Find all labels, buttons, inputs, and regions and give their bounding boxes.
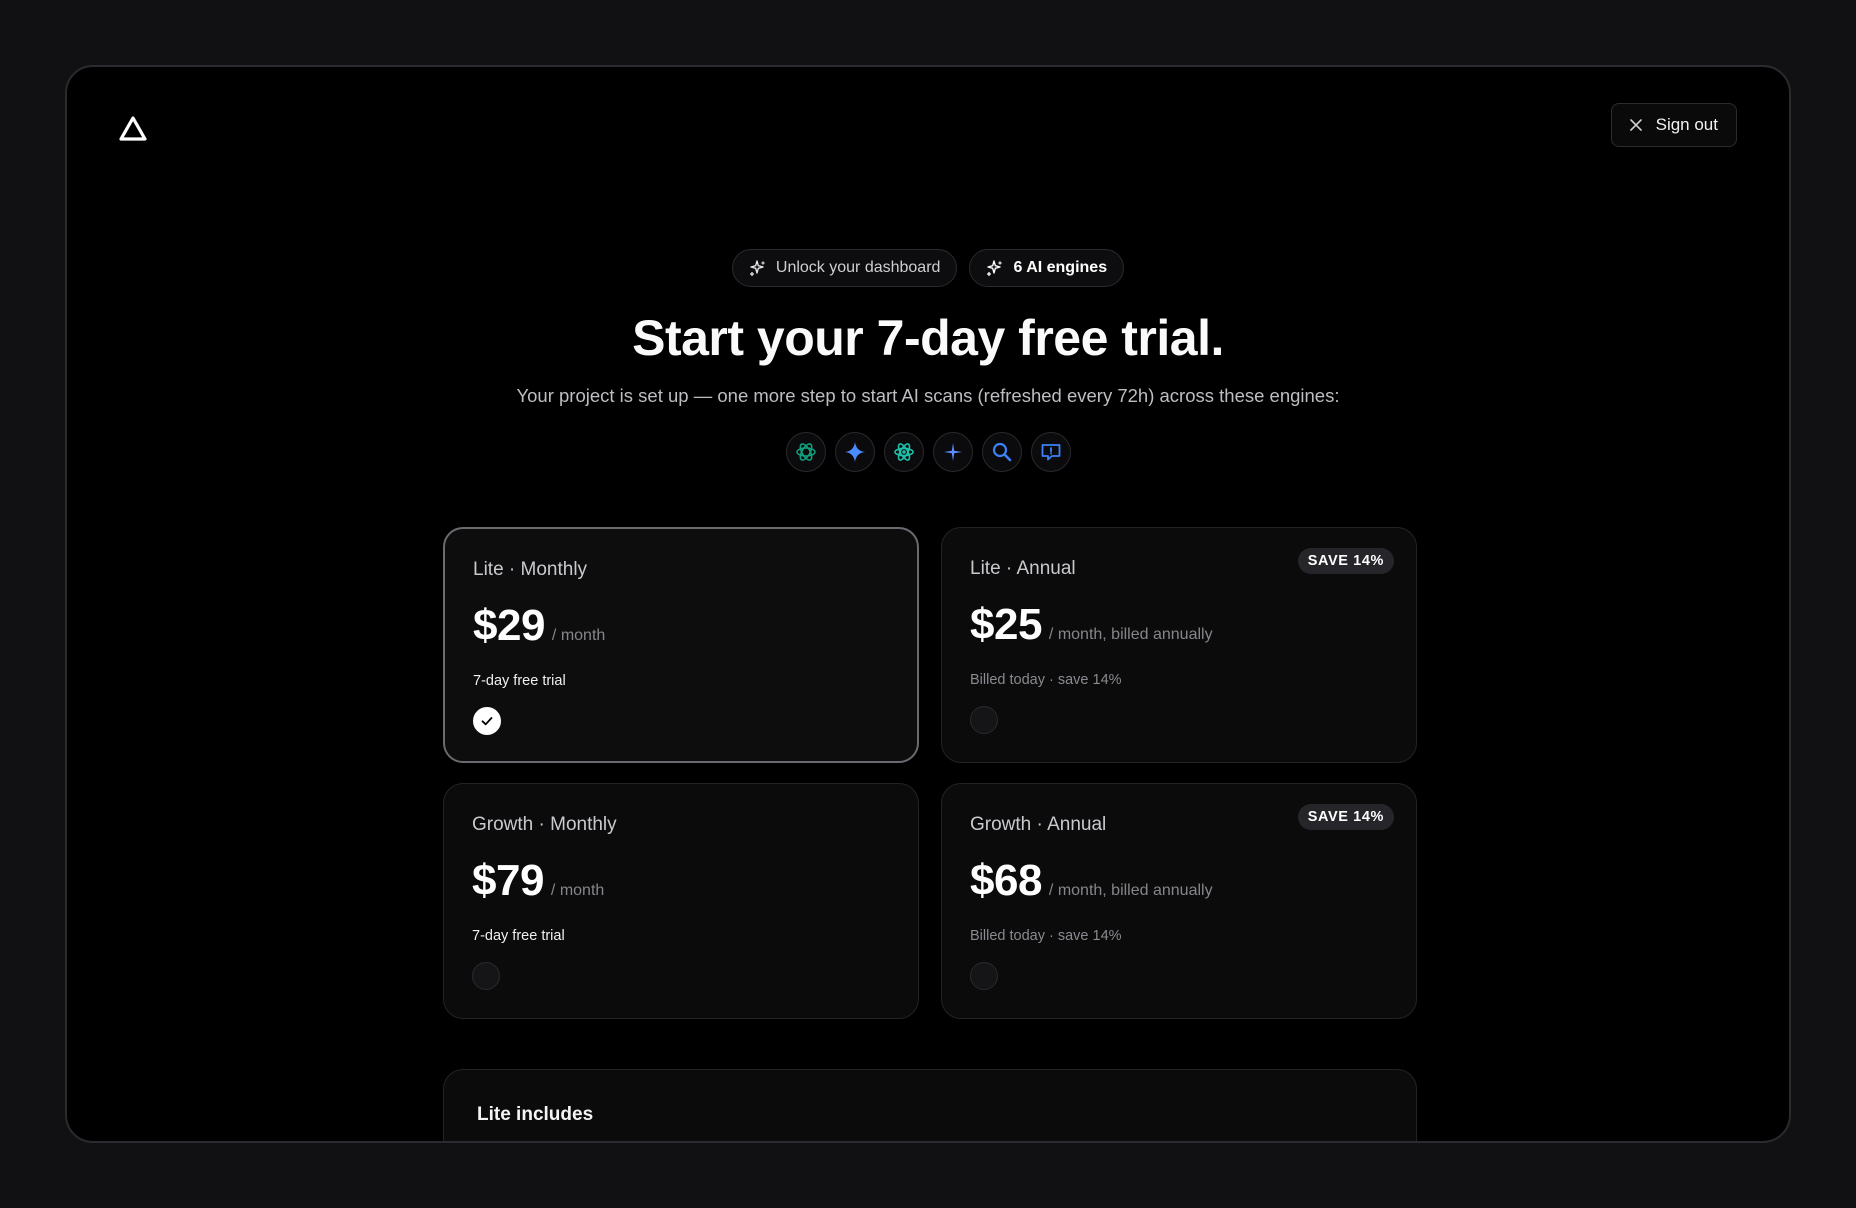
includes-title: Lite includes xyxy=(477,1104,594,1125)
price-row: $68 / month, billed annually xyxy=(970,856,1388,906)
unlock-dashboard-badge: Unlock your dashboard xyxy=(731,249,958,287)
plan-radio-selected[interactable] xyxy=(473,707,501,735)
ai-engines-badge: 6 AI engines xyxy=(969,249,1125,287)
page-title: Start your 7-day free trial. xyxy=(632,310,1224,366)
ai-overview-engine xyxy=(932,432,973,472)
badge-row: Unlock your dashboard 6 AI engines xyxy=(67,249,1789,287)
plan-note: Billed today · save 14% xyxy=(970,928,1122,944)
engine-icon-row xyxy=(67,432,1789,472)
plan-note: 7-day free trial xyxy=(472,928,565,944)
page-subtitle: Your project is set up — one more step t… xyxy=(516,385,1340,406)
check-icon xyxy=(481,717,493,726)
plan-price: $29 xyxy=(473,601,545,650)
plan-note: Billed today · save 14% xyxy=(970,672,1122,688)
plan-grid: Lite · Monthly $29 / month 7-day free tr… xyxy=(443,527,1417,1019)
ai-engines-label: 6 AI engines xyxy=(1013,259,1108,276)
unlock-dashboard-label: Unlock your dashboard xyxy=(775,259,941,276)
save-badge: SAVE 14% xyxy=(1297,804,1394,830)
logo-icon[interactable] xyxy=(119,115,147,143)
search-icon xyxy=(992,442,1011,462)
price-row: $29 / month xyxy=(473,601,889,651)
plan-radio[interactable] xyxy=(970,962,998,990)
plan-note: 7-day free trial xyxy=(473,673,566,689)
price-row: $25 / month, billed annually xyxy=(970,600,1388,650)
sparkles-icon xyxy=(987,260,1003,276)
chatgpt-icon xyxy=(795,443,816,461)
atom-icon xyxy=(893,443,914,461)
plan-card-growth-annual[interactable]: SAVE 14% Growth · Annual $68 / month, bi… xyxy=(941,783,1417,1019)
sparkles-icon xyxy=(749,260,766,276)
plan-name: Growth · Monthly xyxy=(472,814,617,835)
plan-price: $79 xyxy=(472,856,544,905)
perplexity-engine xyxy=(883,432,924,472)
price-row: $79 / month xyxy=(472,856,890,906)
chatgpt-engine xyxy=(785,432,826,472)
close-icon xyxy=(1629,119,1642,131)
gemini-icon xyxy=(844,442,865,462)
plan-period: / month, billed annually xyxy=(1048,882,1213,899)
search-engine xyxy=(981,432,1022,472)
plan-period: / month xyxy=(550,882,605,899)
plan-radio[interactable] xyxy=(472,962,500,990)
plan-card-lite-annual[interactable]: SAVE 14% Lite · Annual $25 / month, bill… xyxy=(941,527,1417,763)
sign-out-label: Sign out xyxy=(1655,115,1718,134)
plan-price: $25 xyxy=(970,600,1042,649)
sparkle-icon xyxy=(943,443,962,461)
plan-period: / month, billed annually xyxy=(1048,626,1213,643)
plan-card-growth-monthly[interactable]: Growth · Monthly $79 / month 7-day free … xyxy=(443,783,919,1019)
save-badge: SAVE 14% xyxy=(1297,548,1394,574)
sign-out-button[interactable]: Sign out xyxy=(1610,103,1737,147)
chat-icon xyxy=(1041,444,1060,461)
plan-radio[interactable] xyxy=(970,706,998,734)
plan-name: Lite · Monthly xyxy=(473,559,588,580)
copilot-engine xyxy=(1030,432,1071,472)
plan-includes-panel: Lite includes xyxy=(443,1069,1417,1141)
plan-card-lite-monthly[interactable]: Lite · Monthly $29 / month 7-day free tr… xyxy=(443,527,919,763)
app-window: Sign out Unlock your dashboard 6 AI engi… xyxy=(65,65,1791,1143)
plan-period: / month xyxy=(551,627,606,644)
plan-price: $68 xyxy=(970,856,1042,905)
gemini-engine xyxy=(834,432,875,472)
